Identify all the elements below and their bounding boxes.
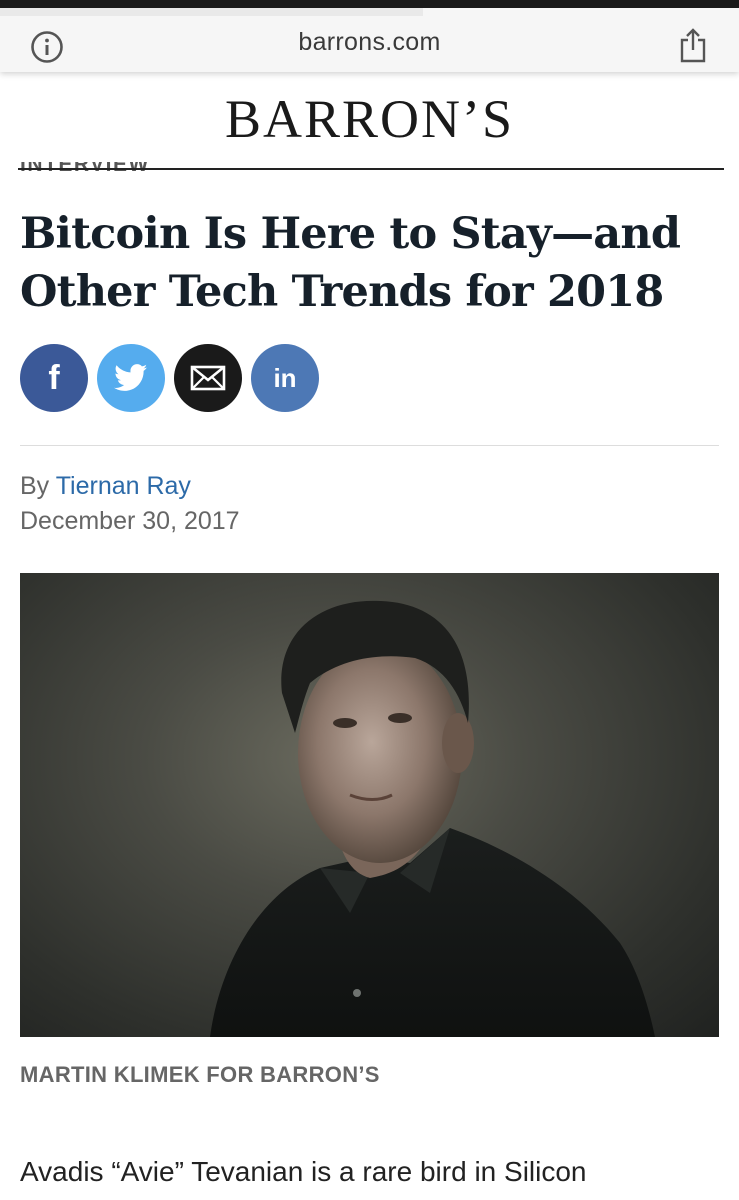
facebook-icon: f bbox=[48, 358, 60, 397]
author-link[interactable]: Tiernan Ray bbox=[56, 472, 191, 500]
byline: By Tiernan Ray bbox=[20, 472, 191, 501]
browser-address-bar: barrons.com bbox=[0, 0, 739, 72]
email-icon bbox=[190, 365, 226, 391]
email-share-button[interactable] bbox=[174, 344, 242, 412]
twitter-icon bbox=[114, 364, 148, 391]
share-buttons: f in bbox=[20, 344, 319, 412]
linkedin-icon: in bbox=[273, 362, 297, 393]
masthead: BARRON’S bbox=[0, 86, 739, 156]
barrons-logo[interactable]: BARRON’S bbox=[0, 86, 739, 152]
twitter-share-button[interactable] bbox=[97, 344, 165, 412]
share-icon[interactable] bbox=[679, 28, 707, 64]
article-photo[interactable] bbox=[20, 573, 719, 1037]
byline-prefix: By bbox=[20, 472, 50, 500]
photo-credit: MARTIN KLIMEK FOR BARRON’S bbox=[20, 1062, 380, 1087]
linkedin-share-button[interactable]: in bbox=[251, 344, 319, 412]
section-divider bbox=[20, 445, 719, 446]
article-body-paragraph: Avadis “Avie” Tevanian is a rare bird in… bbox=[20, 1156, 587, 1187]
masthead-rule bbox=[18, 168, 724, 170]
publish-date: December 30, 2017 bbox=[20, 507, 240, 535]
url-text[interactable]: barrons.com bbox=[0, 28, 739, 57]
page-load-progress bbox=[0, 8, 423, 16]
section-kicker[interactable]: INTERVIEW bbox=[20, 162, 220, 182]
facebook-share-button[interactable]: f bbox=[20, 344, 88, 412]
article-headline: Bitcoin Is Here to Stay—and Other Tech T… bbox=[20, 209, 681, 317]
